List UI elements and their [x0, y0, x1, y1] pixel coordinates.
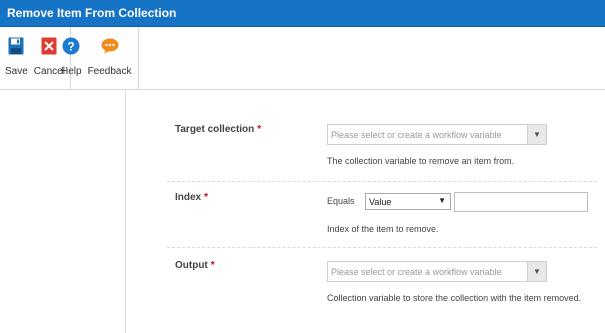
chevron-down-icon[interactable]: ▼: [527, 125, 546, 144]
output-placeholder: Please select or create a workflow varia…: [331, 266, 502, 277]
output-help: Collection variable to store the collect…: [327, 293, 582, 303]
required-marker: *: [257, 124, 262, 135]
output-label: Output *: [175, 260, 215, 271]
close-icon: [40, 35, 58, 57]
target-collection-label-text: Target collection: [175, 124, 255, 135]
output-select[interactable]: Please select or create a workflow varia…: [327, 261, 547, 282]
svg-text:?: ?: [68, 40, 75, 54]
window-title-bar: Remove Item From Collection: [0, 0, 605, 27]
index-value-type-select[interactable]: Value ▼: [365, 193, 451, 210]
toolbar-group-support: ? Help Feedback: [58, 27, 139, 89]
index-label-text: Index: [175, 192, 202, 203]
question-mark-icon: ?: [62, 35, 80, 57]
speech-bubble-icon: [101, 35, 119, 57]
index-help: Index of the item to remove.: [327, 224, 439, 234]
target-collection-select[interactable]: Please select or create a workflow varia…: [327, 124, 547, 145]
required-marker: *: [210, 260, 215, 271]
caret-down-icon: ▼: [438, 196, 446, 205]
feedback-label: Feedback: [87, 66, 132, 77]
left-panel: [0, 90, 126, 333]
index-operator-label: Equals: [327, 196, 355, 206]
save-button[interactable]: Save: [2, 27, 31, 89]
index-row: Index * Equals Value ▼ Index of the item …: [167, 182, 597, 248]
target-collection-placeholder: Please select or create a workflow varia…: [331, 129, 502, 140]
ribbon-toolbar: Save Cancel ? Help Feedback: [0, 27, 605, 90]
save-label: Save: [5, 66, 28, 77]
target-collection-label: Target collection *: [175, 124, 261, 135]
help-label: Help: [61, 66, 82, 77]
chevron-down-icon[interactable]: ▼: [527, 262, 546, 281]
target-collection-row: Target collection * Please select or crea…: [167, 112, 597, 182]
index-value-type: Value: [369, 196, 392, 207]
required-marker: *: [204, 192, 209, 203]
help-button[interactable]: ? Help: [58, 27, 85, 89]
feedback-button[interactable]: Feedback: [85, 27, 135, 89]
window-title: Remove Item From Collection: [7, 6, 177, 20]
index-value-input[interactable]: [454, 192, 588, 212]
output-label-text: Output: [175, 260, 208, 271]
target-collection-help: The collection variable to remove an ite…: [327, 156, 515, 166]
output-row: Output * Please select or create a workfl…: [167, 248, 597, 318]
floppy-disk-icon: [7, 35, 25, 57]
index-label: Index *: [175, 192, 208, 203]
